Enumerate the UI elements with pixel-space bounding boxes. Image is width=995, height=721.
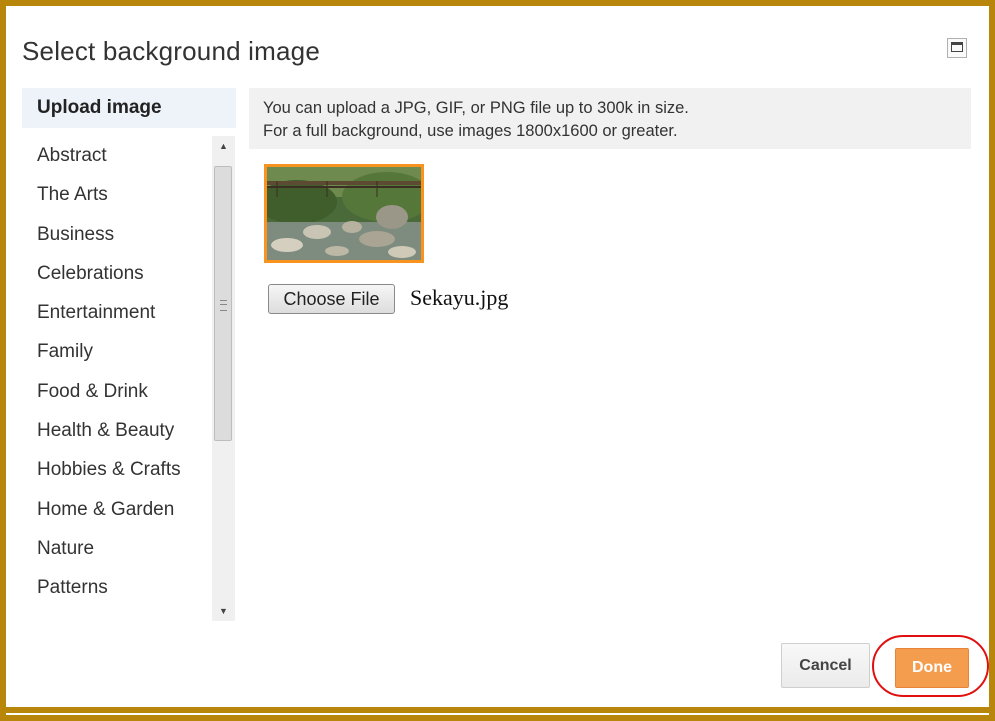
selected-file-name: Sekayu.jpg	[410, 285, 509, 310]
scroll-thumb[interactable]	[214, 166, 232, 441]
category-item-health-beauty[interactable]: Health & Beauty	[22, 411, 212, 450]
upload-info-box: You can upload a JPG, GIF, or PNG file u…	[249, 88, 971, 149]
category-scrollbar[interactable]: ▲ ▼	[212, 136, 235, 621]
cancel-button[interactable]: Cancel	[781, 643, 870, 688]
category-item-abstract[interactable]: Abstract	[22, 136, 212, 175]
category-item-hobbies-crafts[interactable]: Hobbies & Crafts	[22, 450, 212, 489]
landscape-thumbnail-image	[267, 167, 421, 260]
scroll-up-icon[interactable]: ▲	[212, 136, 235, 156]
dialog-title: Select background image	[22, 36, 321, 66]
category-item-entertainment[interactable]: Entertainment	[22, 293, 212, 332]
category-item-celebrations[interactable]: Celebrations	[22, 254, 212, 293]
upload-info-line-1: You can upload a JPG, GIF, or PNG file u…	[263, 99, 689, 117]
grip-icon	[220, 300, 227, 311]
category-item-home-garden[interactable]: Home & Garden	[22, 490, 212, 529]
choose-file-button[interactable]: Choose File	[268, 284, 395, 314]
category-item-patterns[interactable]: Patterns	[22, 568, 212, 607]
upload-info-line-2: For a full background, use images 1800x1…	[263, 122, 678, 140]
category-item-food-drink[interactable]: Food & Drink	[22, 372, 212, 411]
category-item-family[interactable]: Family	[22, 332, 212, 371]
category-item-the-arts[interactable]: The Arts	[22, 175, 212, 214]
highlight-circle-annotation	[872, 635, 989, 697]
select-background-dialog: Select background image Upload image Abs…	[6, 6, 989, 707]
uploaded-image-thumbnail[interactable]	[264, 164, 424, 263]
category-item-nature[interactable]: Nature	[22, 529, 212, 568]
maximize-icon[interactable]	[947, 38, 967, 58]
category-item-business[interactable]: Business	[22, 215, 212, 254]
frame-bottom-line	[6, 713, 989, 715]
tab-upload-image[interactable]: Upload image	[22, 88, 236, 128]
category-list: Abstract The Arts Business Celebrations …	[22, 136, 212, 621]
scroll-down-icon[interactable]: ▼	[212, 601, 235, 621]
